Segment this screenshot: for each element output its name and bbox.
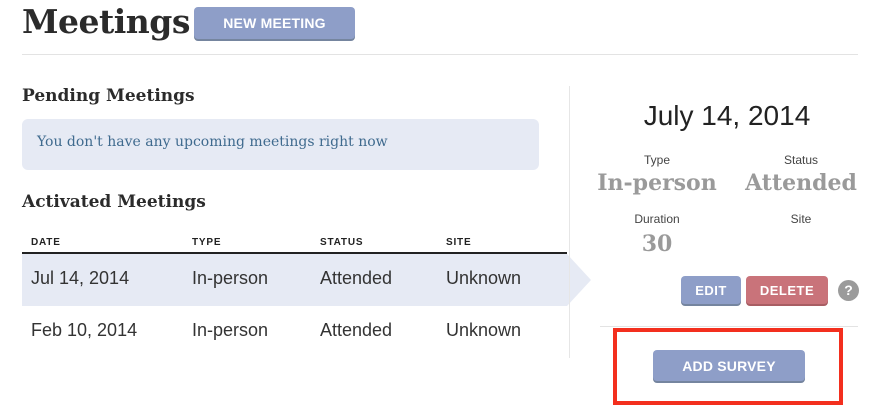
edit-button[interactable]: EDIT	[681, 276, 741, 304]
detail-duration-label: Duration	[634, 212, 680, 226]
detail-site-label: Site	[790, 212, 812, 226]
row-type: In-person	[192, 268, 269, 288]
detail-status-value: Attended	[745, 170, 857, 196]
row-site: Unknown	[446, 320, 522, 340]
row-status: Attended	[320, 268, 393, 288]
table-row[interactable]: Feb 10, 2014 In-person Attended Unknown	[22, 306, 567, 358]
pending-empty-message: You don't have any upcoming meetings rig…	[37, 134, 388, 150]
row-date: Jul 14, 2014	[31, 268, 130, 288]
table-row[interactable]: Jul 14, 2014 In-person Attended Unknown	[22, 254, 567, 306]
activated-meetings-title: Activated Meetings	[22, 192, 206, 212]
row-site: Unknown	[446, 268, 522, 288]
pending-meetings-title: Pending Meetings	[22, 86, 195, 106]
column-header-status: STATUS	[320, 237, 364, 248]
column-header-site: SITE	[446, 237, 472, 248]
add-survey-button[interactable]: ADD SURVEY	[653, 350, 805, 381]
row-type: In-person	[192, 320, 269, 340]
column-header-date: DATE	[31, 237, 61, 248]
delete-button[interactable]: DELETE	[746, 276, 828, 304]
page-title: Meetings	[22, 2, 190, 41]
detail-type-label: Type	[643, 153, 670, 167]
detail-type-value: In-person	[597, 170, 717, 196]
row-status: Attended	[320, 320, 393, 340]
header-divider	[22, 54, 858, 55]
meeting-detail-date: July 14, 2014	[643, 100, 811, 131]
detail-divider	[600, 326, 858, 327]
pending-empty-notice: You don't have any upcoming meetings rig…	[22, 119, 539, 170]
column-header-type: TYPE	[192, 237, 222, 248]
detail-duration-value: 30	[641, 231, 673, 257]
question-circle-icon[interactable]: ?	[838, 280, 859, 301]
detail-status-label: Status	[783, 153, 819, 167]
row-date: Feb 10, 2014	[31, 320, 138, 340]
meetings-table-header: DATE TYPE STATUS SITE	[22, 232, 567, 254]
selected-row-pointer	[567, 254, 591, 306]
new-meeting-button[interactable]: NEW MEETING	[194, 7, 355, 39]
panel-divider	[569, 86, 570, 358]
